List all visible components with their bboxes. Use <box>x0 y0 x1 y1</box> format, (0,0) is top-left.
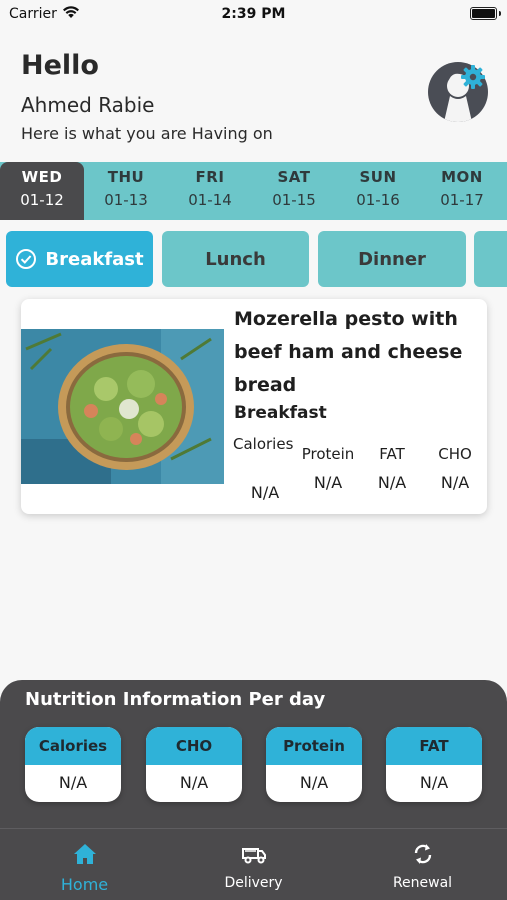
daily-card-label: CHO <box>146 727 242 765</box>
tab-label: Renewal <box>392 875 453 891</box>
refresh-icon <box>414 844 431 864</box>
home-icon <box>73 844 96 864</box>
meal-tab-label: Dinner <box>358 248 426 270</box>
nutrient-label: CHO <box>438 445 472 463</box>
gear-icon[interactable] <box>460 64 486 90</box>
daily-card-value: N/A <box>58 773 88 792</box>
day-name: WED <box>21 168 63 186</box>
meal-type: Breakfast <box>234 403 327 423</box>
tab-label: Delivery <box>224 875 283 891</box>
meal-tab-more[interactable] <box>474 231 507 287</box>
meal-nutrient-calories: Calories N/A <box>233 431 297 502</box>
meal-tab-lunch[interactable]: Lunch <box>162 231 309 287</box>
day-date: 01-16 <box>356 191 400 209</box>
daily-card-label: Calories <box>25 727 121 765</box>
day-date: 01-12 <box>20 191 64 209</box>
daily-card-value: N/A <box>179 773 209 792</box>
nutrient-value: N/A <box>440 473 470 492</box>
nutrient-value: N/A <box>313 473 343 492</box>
delivery-van-icon <box>241 848 266 864</box>
day-name: MON <box>441 168 483 186</box>
meal-tab-dinner[interactable]: Dinner <box>318 231 466 287</box>
day-date: 01-13 <box>104 191 148 209</box>
daily-card-value: N/A <box>299 773 329 792</box>
daily-protein-card: Protein N/A <box>266 727 362 802</box>
nutrient-value: N/A <box>250 483 280 502</box>
meal-tab-label: Lunch <box>205 248 266 270</box>
day-selector: WED 01-12 THU 01-13 FRI 01-14 SAT 01-15 … <box>0 162 507 220</box>
meal-nutrient-fat: FAT N/A <box>365 441 419 492</box>
day-tab-fri[interactable]: FRI 01-14 <box>168 162 252 220</box>
status-bar: Carrier 2:39 PM <box>0 0 507 30</box>
battery-icon <box>470 7 501 20</box>
meal-tab-breakfast[interactable]: Breakfast <box>6 231 153 287</box>
daily-nutrition-title: Nutrition Information Per day <box>25 689 326 710</box>
nutrient-value: N/A <box>377 473 407 492</box>
user-name: Ahmed Rabie <box>21 93 155 117</box>
day-name: SUN <box>359 168 397 186</box>
day-tab-sat[interactable]: SAT 01-15 <box>252 162 336 220</box>
day-name: THU <box>107 168 145 186</box>
day-tab-wed[interactable]: WED 01-12 <box>0 162 84 220</box>
tab-delivery[interactable]: Delivery <box>169 829 338 900</box>
day-date: 01-14 <box>188 191 232 209</box>
meal-nutrient-cho: CHO N/A <box>427 441 483 492</box>
daily-card-value: N/A <box>419 773 449 792</box>
daily-fat-card: FAT N/A <box>386 727 482 802</box>
day-date: 01-17 <box>440 191 484 209</box>
nutrient-label: Protein <box>301 445 355 463</box>
check-circle-icon <box>16 249 37 269</box>
day-tab-thu[interactable]: THU 01-13 <box>84 162 168 220</box>
meal-nutrient-protein: Protein N/A <box>297 441 359 492</box>
nutrient-label: FAT <box>379 445 405 463</box>
day-name: SAT <box>277 168 311 186</box>
clock: 2:39 PM <box>221 6 286 22</box>
nutrient-label: Calories <box>233 435 294 453</box>
meal-tab-label: Breakfast <box>45 248 144 270</box>
bottom-tab-bar: Home Delivery Renewal <box>0 828 507 900</box>
day-tab-mon[interactable]: MON 01-17 <box>420 162 504 220</box>
daily-cho-card: CHO N/A <box>146 727 242 802</box>
tab-renewal[interactable]: Renewal <box>338 829 507 900</box>
greeting-hello: Hello <box>21 50 99 81</box>
daily-card-label: Protein <box>266 727 362 765</box>
meal-title: Mozerella pesto with beef ham and cheese… <box>234 308 463 396</box>
day-tab-sun[interactable]: SUN 01-16 <box>336 162 420 220</box>
day-date: 01-15 <box>272 191 316 209</box>
greeting-subtitle: Here is what you are Having on <box>21 124 273 143</box>
meal-image <box>21 329 224 484</box>
tab-label: Home <box>60 875 109 894</box>
daily-nutrition-panel: Nutrition Information Per day Calories N… <box>0 680 507 828</box>
daily-card-label: FAT <box>386 727 482 765</box>
daily-calories-card: Calories N/A <box>25 727 121 802</box>
tab-home[interactable]: Home <box>0 829 169 900</box>
day-name: FRI <box>195 168 225 186</box>
meal-card[interactable]: Mozerella pesto with beef ham and cheese… <box>21 299 487 514</box>
